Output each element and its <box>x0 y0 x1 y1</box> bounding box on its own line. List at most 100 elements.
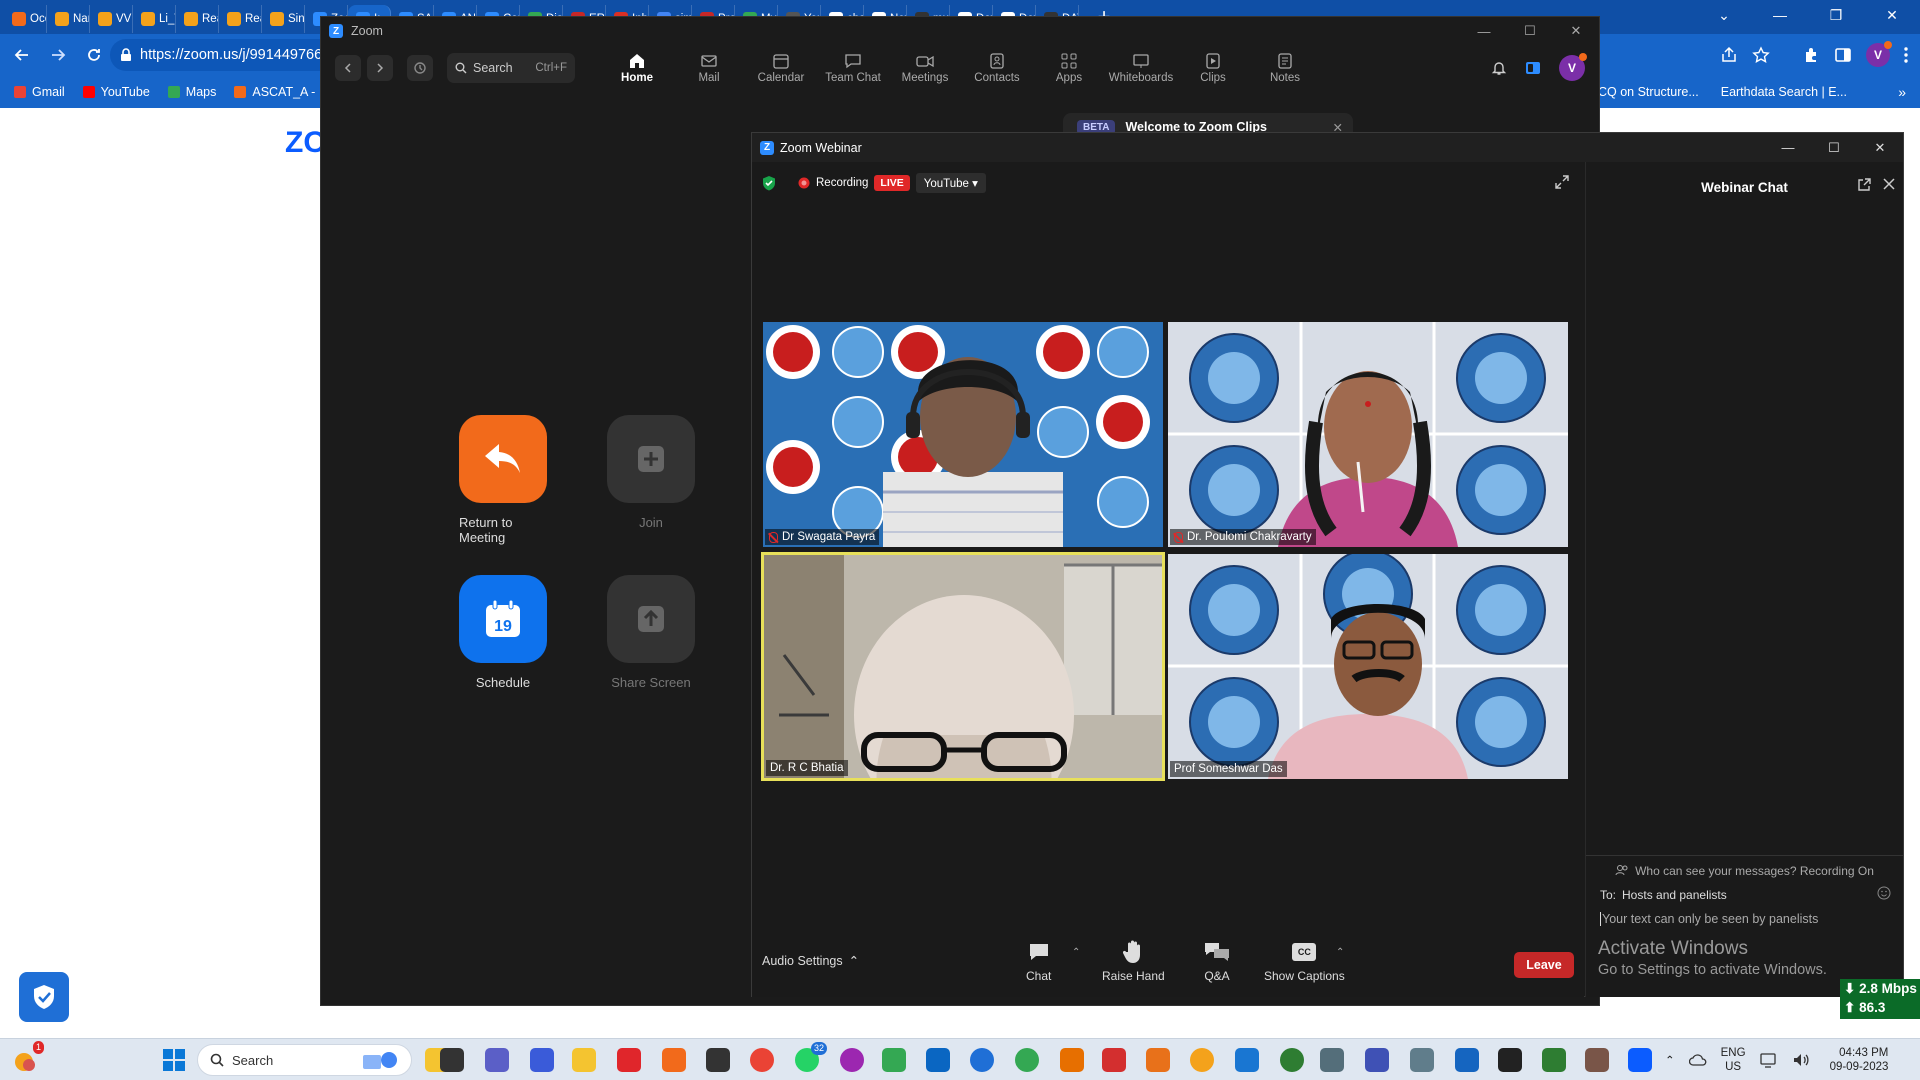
share-screen-button[interactable]: Share Screen <box>607 575 695 690</box>
browser-tab[interactable]: Rea <box>219 5 262 33</box>
zoom-tab-team-chat[interactable]: Team Chat <box>817 45 889 91</box>
defender-shield-icon[interactable] <box>19 972 69 1022</box>
zoom-search-box[interactable]: Search Ctrl+F <box>447 53 575 83</box>
browser-tab[interactable]: Rea <box>176 5 219 33</box>
windows-start-icon[interactable] <box>163 1049 185 1071</box>
zoom-maximize-button[interactable]: ☐ <box>1507 23 1553 39</box>
address-bar[interactable]: https://zoom.us/j/991449766 <box>110 39 325 71</box>
java-icon[interactable] <box>1060 1048 1084 1072</box>
command-prompt-icon[interactable] <box>1498 1048 1522 1072</box>
chrome-profile-2-icon[interactable] <box>970 1048 994 1072</box>
whatsapp-icon[interactable]: 32 <box>795 1042 827 1072</box>
restore-button[interactable]: ❐ <box>1808 7 1864 24</box>
weather-widget-icon[interactable]: 1 <box>12 1041 44 1073</box>
zoom-icon[interactable] <box>1628 1048 1652 1072</box>
virtual-desktop-icon[interactable] <box>440 1048 464 1072</box>
onedrive-cloud-icon[interactable] <box>1688 1054 1707 1066</box>
popout-icon[interactable] <box>1857 178 1871 192</box>
browser-tab[interactable]: Sing <box>262 5 305 33</box>
zoom-back-button[interactable] <box>335 55 361 81</box>
bookmark-item[interactable]: ASCAT_A - <box>234 85 315 99</box>
bookmark-item[interactable]: Gmail <box>14 85 65 99</box>
bookmark-star-icon[interactable] <box>1752 46 1770 64</box>
zoom-panel-icon[interactable] <box>1525 60 1541 76</box>
spreadsheet-icon[interactable] <box>1542 1048 1566 1072</box>
browser-tab[interactable]: VVP. <box>90 5 133 33</box>
chat-button[interactable]: Chat <box>1026 939 1051 983</box>
webinar-close-button[interactable]: ✕ <box>1857 140 1903 156</box>
extensions-icon[interactable] <box>1802 46 1820 64</box>
tab-search-icon[interactable]: ⌄ <box>1696 7 1752 24</box>
leave-button[interactable]: Leave <box>1514 952 1574 978</box>
clock-app-icon[interactable] <box>1585 1048 1609 1072</box>
chrome-icon[interactable] <box>750 1048 774 1072</box>
zoom-profile-avatar[interactable]: V <box>1559 53 1587 81</box>
zoom-minimize-button[interactable]: — <box>1461 24 1507 39</box>
zoom-tab-calendar[interactable]: Calendar <box>745 45 817 91</box>
zoom-close-button[interactable]: ✕ <box>1553 23 1599 39</box>
photos-icon[interactable] <box>662 1048 686 1072</box>
anydesk-icon[interactable] <box>617 1048 641 1072</box>
show-captions-button[interactable]: CC Show Captions <box>1264 939 1345 983</box>
browser-menu-icon[interactable] <box>1904 47 1908 63</box>
chat-options-caret-icon[interactable]: ⌃ <box>1072 947 1080 958</box>
chat-message-input[interactable]: Your text can only be seen by panelists <box>1600 912 1818 926</box>
browser-tab[interactable]: Ocea <box>4 5 47 33</box>
return-to-meeting-button[interactable]: Return to Meeting <box>459 415 547 545</box>
folder-icon[interactable] <box>572 1048 596 1072</box>
zoom-history-button[interactable] <box>407 55 433 81</box>
zoom-tab-clips[interactable]: Clips <box>1177 45 1249 91</box>
bookmark-item[interactable]: Maps <box>167 85 216 99</box>
emoji-icon[interactable] <box>1877 886 1891 900</box>
tray-overflow-chevron-icon[interactable]: ⌃ <box>1665 1053 1675 1067</box>
pdf-reader-icon[interactable] <box>1102 1048 1126 1072</box>
site-info-icon[interactable] <box>120 48 132 62</box>
zoom-tab-apps[interactable]: Apps <box>1033 45 1105 91</box>
zoom-tab-notes[interactable]: Notes <box>1249 45 1321 91</box>
close-icon[interactable] <box>1883 178 1895 190</box>
forward-button[interactable] <box>44 41 72 69</box>
powerapps-icon[interactable] <box>530 1048 554 1072</box>
network-app-icon[interactable] <box>882 1048 906 1072</box>
video-tile-4[interactable]: Prof Someshwar Das <box>1168 554 1568 779</box>
bookmarks-overflow-icon[interactable]: » <box>1898 84 1906 100</box>
who-can-see-messages[interactable]: Who can see your messages? Recording On <box>1586 855 1903 878</box>
browser-profile-avatar[interactable]: V <box>1866 41 1892 67</box>
taskbar-search-box[interactable]: Search <box>197 1044 412 1076</box>
display-settings-icon[interactable] <box>1320 1048 1344 1072</box>
zoom-forward-button[interactable] <box>367 55 393 81</box>
zoom-tab-mail[interactable]: Mail <box>673 45 745 91</box>
schedule-button[interactable]: 19 Schedule <box>459 575 547 690</box>
captions-options-caret-icon[interactable]: ⌃ <box>1336 947 1344 958</box>
bookmark-item[interactable]: YouTube <box>82 85 150 99</box>
zoom-tab-whiteboards[interactable]: Whiteboards <box>1105 45 1177 91</box>
teams-icon[interactable] <box>485 1048 509 1072</box>
webinar-minimize-button[interactable]: — <box>1765 140 1811 155</box>
video-tile-1[interactable]: Dr Swagata Payra <box>763 322 1163 547</box>
bookmark-item[interactable]: Earthdata Search | E... <box>1721 85 1847 99</box>
raise-hand-button[interactable]: Raise Hand <box>1102 939 1165 983</box>
video-tile-2[interactable]: Dr. Poulomi Chakravarty <box>1168 322 1568 547</box>
stream-target-dropdown[interactable]: YouTube ▾ <box>915 173 986 193</box>
volume-speaker-icon[interactable] <box>1792 1052 1810 1068</box>
matlab-icon[interactable] <box>1146 1048 1170 1072</box>
chrome-profile-icon[interactable] <box>840 1048 864 1072</box>
browser-tab[interactable]: Nan <box>47 5 90 33</box>
join-button[interactable]: Join <box>607 415 695 530</box>
audio-settings-button[interactable]: Audio Settings ⌃ <box>762 953 859 969</box>
zoom-tab-meetings[interactable]: Meetings <box>889 45 961 91</box>
chat-recipient[interactable]: To: Hosts and panelists <box>1600 888 1727 902</box>
recording-label[interactable]: Recording <box>816 177 868 189</box>
back-button[interactable] <box>8 41 36 69</box>
chrome-profile-4-icon[interactable] <box>1190 1048 1214 1072</box>
encryption-shield-icon[interactable] <box>762 175 776 191</box>
notepad-icon[interactable] <box>1455 1048 1479 1072</box>
zoom-tab-contacts[interactable]: Contacts <box>961 45 1033 91</box>
side-panel-icon[interactable] <box>1834 46 1852 64</box>
reload-button[interactable] <box>80 41 108 69</box>
vscode-icon[interactable] <box>926 1048 950 1072</box>
origin-graph-icon[interactable] <box>1365 1048 1389 1072</box>
taskbar-clock[interactable]: 04:43 PM 09-09-2023 <box>1830 1046 1889 1074</box>
input-language-indicator[interactable]: ENG US <box>1721 1046 1746 1074</box>
qa-button[interactable]: Q&A <box>1204 939 1230 983</box>
